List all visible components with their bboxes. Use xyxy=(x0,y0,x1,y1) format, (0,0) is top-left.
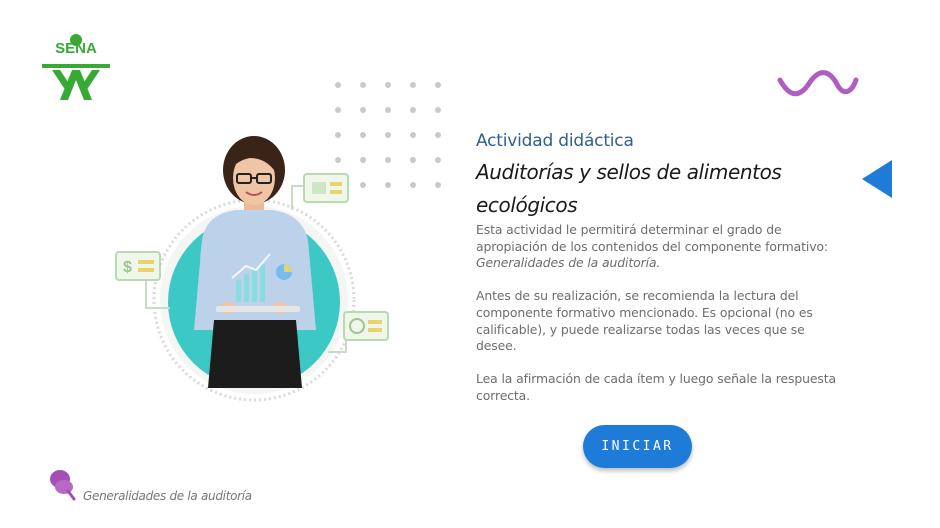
back-button[interactable] xyxy=(858,158,894,200)
decor-dot xyxy=(360,107,366,113)
decor-dot xyxy=(435,132,441,138)
decor-dot xyxy=(435,182,441,188)
decor-dot xyxy=(410,132,416,138)
decor-dot xyxy=(410,182,416,188)
activity-kicker: Actividad didáctica xyxy=(476,131,634,151)
decor-dot xyxy=(335,82,341,88)
triangle-left-icon xyxy=(862,160,892,198)
decor-dot xyxy=(410,157,416,163)
decor-dot xyxy=(360,82,366,88)
component-name: Generalidades de la auditoría. xyxy=(476,255,661,271)
decor-dot xyxy=(435,107,441,113)
footer-label: Generalidades de la auditoría xyxy=(83,489,252,503)
decor-dot xyxy=(435,157,441,163)
paragraph-intro: Esta actividad le permitirá determinar e… xyxy=(476,222,848,272)
pushpin-icon xyxy=(50,470,76,501)
sena-logo: SENA xyxy=(38,30,114,104)
hero-illustration: $ xyxy=(115,136,389,402)
squiggle-decoration xyxy=(777,70,859,97)
paragraph-intro-text: Esta actividad le permitirá determinar e… xyxy=(476,222,828,254)
logo-text: SENA xyxy=(55,40,97,57)
coin-card-icon xyxy=(343,311,389,341)
paragraph-recommendation: Antes de su realización, se recomienda l… xyxy=(476,288,813,354)
decor-dot xyxy=(385,107,391,113)
instructions: Esta actividad le permitirá determinar e… xyxy=(476,222,848,421)
decor-dot xyxy=(410,82,416,88)
calculator-card-icon xyxy=(303,173,349,203)
svg-text:$: $ xyxy=(123,259,132,276)
decor-dot xyxy=(385,82,391,88)
money-card-icon: $ xyxy=(115,251,161,281)
woman-figure xyxy=(194,136,316,388)
decor-dot xyxy=(435,82,441,88)
decor-dot xyxy=(335,107,341,113)
decor-dot xyxy=(410,107,416,113)
start-button[interactable]: INICIAR xyxy=(583,425,692,468)
paragraph-instructions: Lea la afirmación de cada ítem y luego s… xyxy=(476,371,836,403)
page-title: Auditorías y sellos de alimentos ecológi… xyxy=(476,160,782,217)
